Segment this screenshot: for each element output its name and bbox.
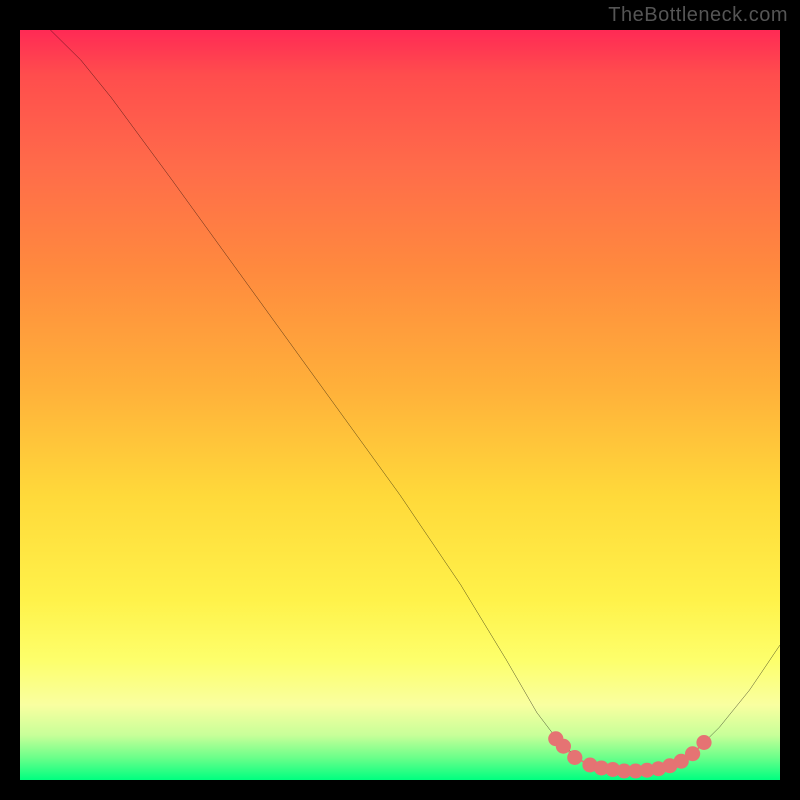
highlight-marker (567, 750, 582, 765)
chart-root: TheBottleneck.com (0, 0, 800, 800)
attribution-text: TheBottleneck.com (608, 4, 788, 27)
plot-area (20, 30, 780, 780)
bottleneck-curve (50, 30, 780, 771)
highlight-marker (556, 739, 571, 754)
highlight-marker (696, 735, 711, 750)
highlight-markers (548, 731, 711, 778)
chart-svg (20, 30, 780, 780)
highlight-marker (685, 746, 700, 761)
